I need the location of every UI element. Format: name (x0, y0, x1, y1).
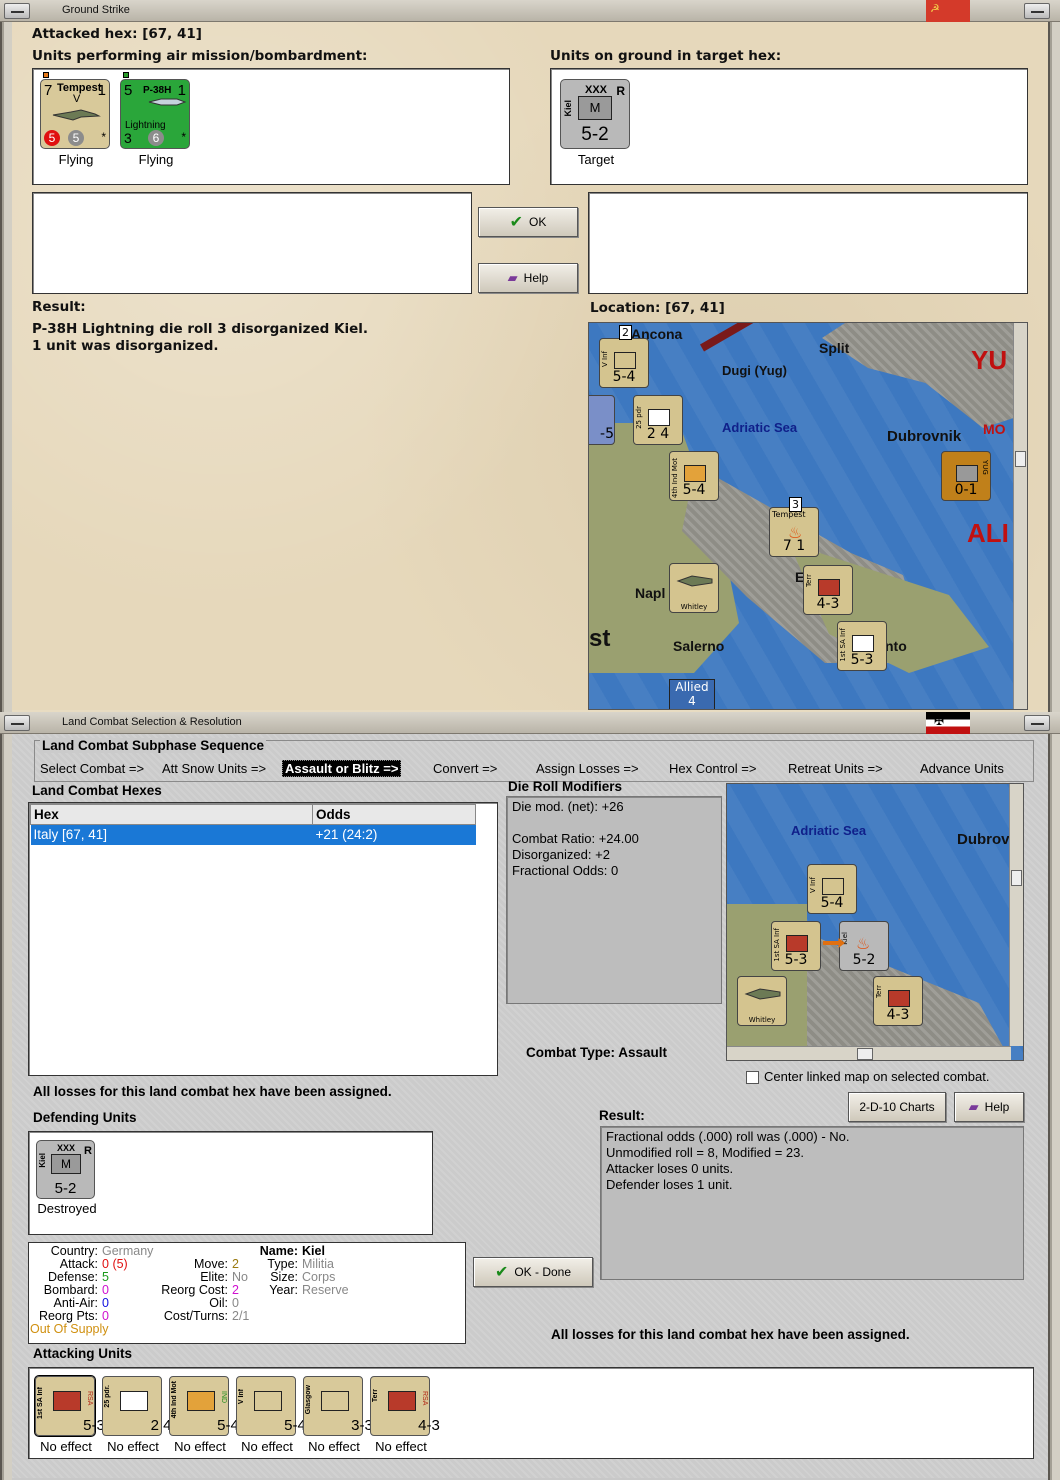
ground-units-label: Units on ground in target hex: (550, 48, 782, 64)
map-counter[interactable]: 4th Ind Mot 5-4 (669, 451, 719, 501)
col-hex[interactable]: Hex (30, 804, 313, 825)
location-row: Location: [67, 41] (590, 300, 725, 316)
ground-strike-window: Ground Strike ☭ Attacked hex: [67, 41] U… (0, 0, 1060, 712)
die-roll-label: Die Roll Modifiers (508, 779, 623, 794)
minimize-button[interactable] (4, 3, 30, 19)
sequence-title: Land Combat Subphase Sequence (40, 738, 267, 753)
plane-icon (744, 985, 782, 1003)
map-counter[interactable]: -5 (589, 395, 615, 445)
land-combat-titlebar[interactable]: Land Combat Selection & Resolution ✠ (0, 712, 1060, 734)
collapse-button[interactable] (1024, 715, 1050, 731)
map-counter[interactable]: YUG 0-1 (941, 451, 991, 501)
ok-button[interactable]: ✔ OK (478, 207, 578, 237)
mini-map-vscroll[interactable] (1009, 784, 1023, 1046)
result-label: Result: (32, 299, 86, 315)
window-title: Ground Strike (62, 4, 130, 16)
charts-button[interactable]: 2-D-10 Charts (848, 1092, 946, 1122)
militia-symbol-icon: M (578, 96, 612, 120)
map-counter[interactable]: Whitley (737, 976, 787, 1026)
step-retreat-units: Retreat Units => (788, 761, 883, 776)
help-button[interactable]: ▰ Help (478, 263, 578, 293)
map-scrollbar[interactable] (1013, 323, 1027, 709)
defending-label: Defending Units (33, 1110, 137, 1125)
ok-done-button[interactable]: ✔ OK - Done (473, 1257, 593, 1287)
left-frame (0, 22, 12, 712)
fire-icon: ♨ (856, 934, 871, 953)
step-advance-units: Advance Units (920, 761, 1004, 776)
attacker-unit[interactable]: V Inf 5-4 No effect (236, 1376, 306, 1454)
attacking-label: Attacking Units (33, 1346, 133, 1361)
left-frame (0, 734, 12, 1480)
german-flag-icon: ✠ (926, 712, 970, 734)
attacker-unit[interactable]: 1st SA Inf RSA 5-3 No effect (34, 1375, 105, 1454)
unit-stats: Country: Germany Attack: 0 (5) Defense: 5 B… (30, 1244, 349, 1336)
map-counter[interactable]: Terr 4-3 (803, 565, 853, 615)
plane-icon (51, 108, 101, 121)
right-frame (1048, 22, 1060, 712)
step-hex-control: Hex Control => (669, 761, 757, 776)
attacker-unit[interactable]: Terr RSA 4-3 No effect (370, 1376, 440, 1454)
map-counter[interactable]: V Inf 5-4 (807, 864, 857, 914)
map-counter[interactable]: Terr 4-3 (873, 976, 923, 1026)
ground-strike-titlebar[interactable]: Ground Strike ☭ (0, 0, 1060, 22)
result-label: Result: (599, 1108, 645, 1123)
air-units-label: Units performing air mission/bombardment… (32, 48, 368, 64)
allied-stack[interactable]: Allied 4 (669, 679, 715, 709)
air-unit-p38h[interactable]: 5 1 P-38H Lightning 3 6 * Flying (120, 72, 190, 167)
map-counter[interactable]: Tempest ♨ 7 1 (769, 507, 819, 557)
attacked-hex-row: Attacked hex: [67, 41] (32, 26, 202, 42)
map-counter[interactable]: Whitley (669, 563, 719, 613)
defender-kiel[interactable]: XXX R Kiel M 5-2 Destroyed (36, 1140, 97, 1216)
combat-hexes-label: Land Combat Hexes (32, 783, 162, 798)
center-map-checkbox[interactable] (746, 1071, 759, 1084)
center-map-label: Center linked map on selected combat. (764, 1069, 990, 1084)
ground-info-panel (588, 192, 1028, 294)
combat-mini-map[interactable]: Adriatic Sea Dubrov V Inf 5-4 1st SA Inf 5… (726, 783, 1024, 1061)
map-counter[interactable]: Kiel ♨ 5-2 (839, 921, 889, 971)
book-icon: ▰ (968, 1099, 979, 1114)
help-button[interactable]: ▰ Help (954, 1092, 1024, 1122)
combat-type-row: Combat Type: Assault (526, 1045, 668, 1060)
result-line-1: P-38H Lightning die roll 3 disorganized … (32, 321, 368, 337)
militia-symbol-icon: M (51, 1154, 81, 1174)
book-icon: ▰ (507, 270, 518, 285)
losses-message-bottom: All losses for this land combat hex have… (551, 1327, 910, 1342)
air-unit-tempest[interactable]: 7 1 Tempest V 5 5 * Flying (40, 72, 110, 167)
result-line-2: 1 unit was disorganized. (32, 338, 219, 354)
air-info-panel (32, 192, 472, 294)
map-counter[interactable]: 1st SA Inf 5-3 (837, 621, 887, 671)
checkmark-icon: ✔ (494, 1264, 509, 1281)
step-select-combat: Select Combat => (40, 761, 145, 776)
plane-icon (147, 96, 187, 108)
die-roll-modifiers: Die mod. (net): +26 Combat Ratio: +24.00… (506, 796, 722, 1004)
step-assault-blitz: Assault or Blitz => (282, 760, 402, 777)
location-map[interactable]: Ancona Split Dugi (Yug) Adriatic Sea Dub… (588, 322, 1028, 710)
col-odds[interactable]: Odds (312, 804, 476, 825)
table-row[interactable]: Italy [67, 41] +21 (24:2) (30, 824, 476, 845)
checkmark-icon: ✔ (509, 214, 524, 231)
map-counter[interactable]: V Inf 5-4 (599, 338, 649, 388)
ussr-flag-icon: ☭ (926, 0, 970, 22)
attacker-unit[interactable]: 25 pdr. 2 4 No effect (102, 1376, 171, 1454)
minimize-button[interactable] (4, 715, 30, 731)
map-counter[interactable]: 25 pdr 2 4 (633, 395, 683, 445)
window-title: Land Combat Selection & Resolution (62, 716, 242, 728)
attacker-unit[interactable]: 4th Ind Mot IND 5-4 No effect (169, 1376, 239, 1454)
land-combat-window: Land Combat Selection & Resolution ✠ Lan… (0, 712, 1060, 1480)
ground-unit-kiel[interactable]: XXX R Kiel M 5-2 Target (560, 79, 630, 167)
combat-result-box: Fractional odds (.000) roll was (.000) -… (600, 1126, 1024, 1280)
step-assign-losses: Assign Losses => (536, 761, 639, 776)
attacker-unit[interactable]: Glasgow 3-3 No effect (303, 1376, 373, 1454)
plane-icon (676, 572, 714, 590)
combat-hexes-table: Hex Odds Italy [67, 41] +21 (24:2) (30, 804, 476, 845)
right-frame (1048, 734, 1060, 1480)
step-convert: Convert => (433, 761, 498, 776)
map-counter[interactable]: 1st SA Inf 5-3 (771, 921, 821, 971)
collapse-button[interactable] (1024, 3, 1050, 19)
mini-map-hscroll[interactable] (727, 1046, 1011, 1060)
step-att-snow: Att Snow Units => (162, 761, 267, 776)
losses-message: All losses for this land combat hex have… (33, 1084, 392, 1099)
